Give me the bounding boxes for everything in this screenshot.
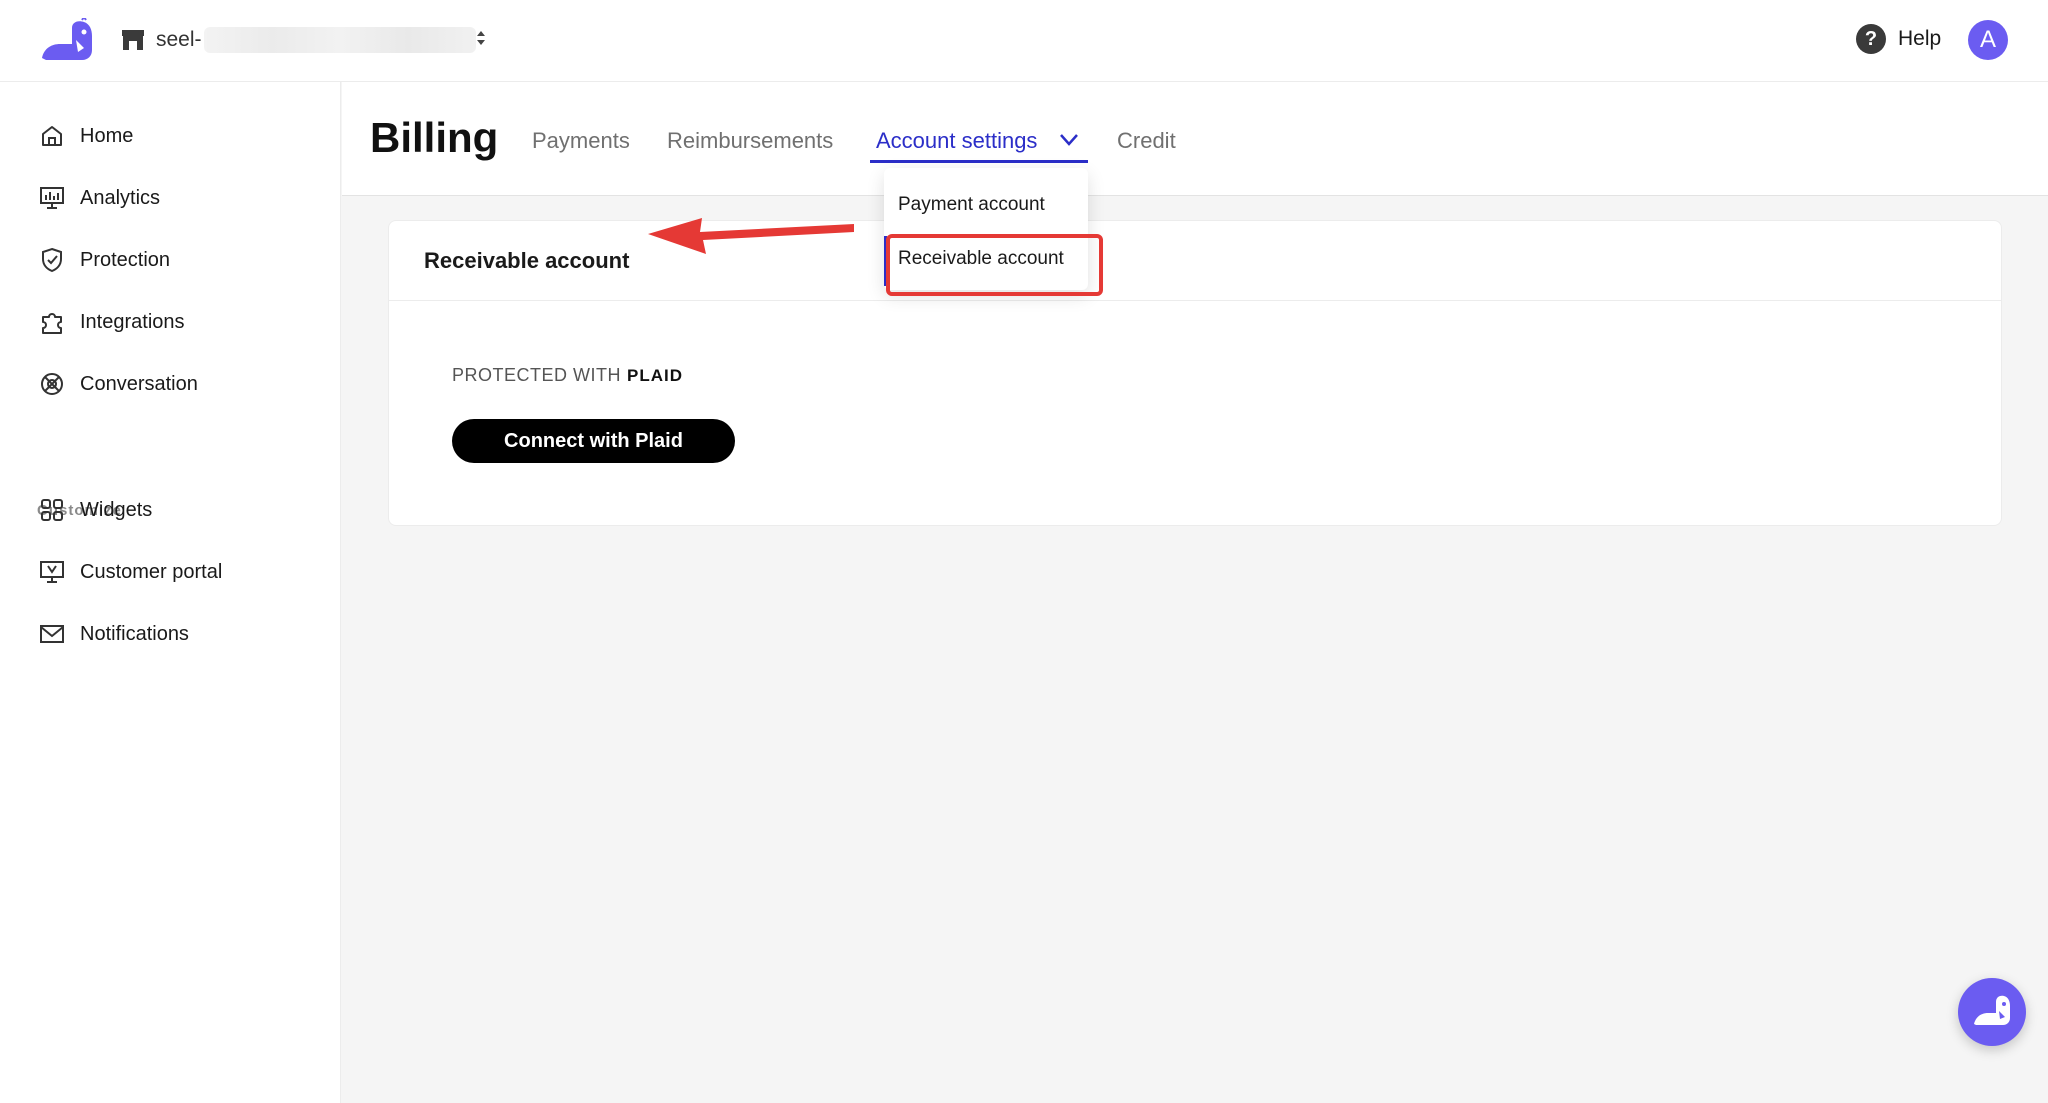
sort-arrows-icon[interactable] (474, 28, 488, 48)
sidebar-item-integrations[interactable]: Integrations (38, 302, 328, 342)
tab-account-settings[interactable]: Account settings (876, 128, 1037, 154)
analytics-icon (38, 184, 66, 212)
sidebar-item-label: Home (80, 124, 134, 147)
sidebar-item-label: Notifications (80, 622, 189, 645)
sidebar-item-label: Integrations (80, 310, 185, 333)
store-name-redacted (203, 27, 476, 53)
sidebar-item-label: Widgets (80, 498, 153, 521)
page-title: Billing (370, 114, 499, 161)
chevron-down-icon[interactable] (1058, 128, 1080, 150)
sidebar-item-conversation[interactable]: Conversation (38, 364, 328, 404)
sidebar-item-protection[interactable]: Protection (38, 240, 328, 280)
store-icon (120, 27, 146, 53)
shield-check-icon (38, 246, 66, 274)
question-icon: ? (1856, 24, 1886, 54)
conversation-icon (38, 370, 66, 398)
menu-item-payment-account[interactable]: Payment account (898, 194, 1045, 216)
card-header: Receivable account (389, 221, 2001, 301)
sidebar-item-home[interactable]: Home (38, 116, 328, 156)
tab-credit[interactable]: Credit (1117, 128, 1176, 154)
chat-launcher-button[interactable] (1958, 978, 2026, 1046)
sidebar-item-notifications[interactable]: Notifications (38, 614, 328, 654)
connect-with-plaid-button[interactable]: Connect with Plaid (452, 419, 735, 463)
receivable-account-card: Receivable account PROTECTED WITH PLAID C… (388, 220, 2002, 526)
store-name: seel- (156, 28, 202, 51)
sidebar: Home Analytics Protection Integrations C… (0, 82, 341, 1103)
page-header: Billing Payments Reimbursements Account … (342, 82, 2048, 196)
tab-reimbursements[interactable]: Reimbursements (667, 128, 833, 154)
sidebar-item-label: Customer portal (80, 560, 223, 583)
annotation-arrow-icon (640, 202, 860, 262)
sidebar-item-label: Conversation (80, 372, 198, 395)
plaid-brand: PLAID (627, 366, 683, 385)
annotation-highlight-box (886, 234, 1103, 296)
puzzle-icon (38, 308, 66, 336)
seel-chat-icon (1972, 994, 2012, 1031)
home-icon (38, 122, 66, 150)
widgets-grid-icon (38, 496, 66, 524)
tab-payments[interactable]: Payments (532, 128, 630, 154)
sidebar-item-analytics[interactable]: Analytics (38, 178, 328, 218)
mail-icon (38, 620, 66, 648)
card-title: Receivable account (424, 248, 630, 273)
store-selector[interactable]: seel- (120, 24, 476, 56)
top-bar: seel- ? Help A (0, 0, 2048, 82)
monitor-icon (38, 558, 66, 586)
help-label: Help (1898, 27, 1942, 50)
sidebar-item-widgets[interactable]: Widgets (38, 490, 328, 530)
active-tab-indicator (870, 160, 1088, 163)
seel-logo-icon[interactable] (38, 15, 96, 62)
protected-with-plaid-text: PROTECTED WITH PLAID (452, 365, 683, 386)
avatar[interactable]: A (1968, 20, 2008, 60)
protected-prefix: PROTECTED WITH (452, 365, 621, 385)
sidebar-item-label: Analytics (80, 186, 161, 209)
help-button[interactable]: ? Help (1856, 22, 1941, 56)
sidebar-item-label: Protection (80, 248, 171, 271)
sidebar-item-customer-portal[interactable]: Customer portal (38, 552, 328, 592)
